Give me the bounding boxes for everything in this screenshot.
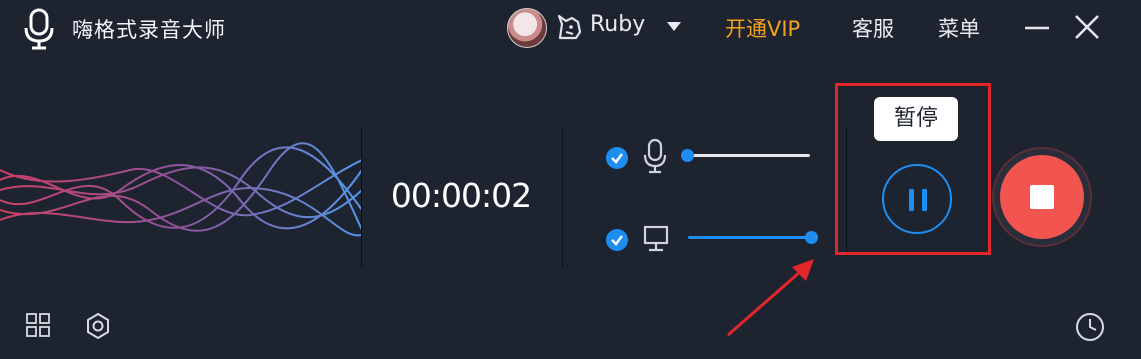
username[interactable]: Ruby xyxy=(590,12,645,37)
pause-icon xyxy=(909,189,914,211)
open-vip-link[interactable]: 开通VIP xyxy=(725,13,800,43)
system-audio-volume-slider[interactable] xyxy=(805,231,818,244)
system-audio-volume-track[interactable] xyxy=(688,236,812,239)
menu-button[interactable]: 菜单 xyxy=(938,13,980,43)
pause-icon xyxy=(922,189,927,211)
chevron-down-icon[interactable] xyxy=(667,22,681,31)
support-link[interactable]: 客服 xyxy=(852,13,894,43)
app-title: 嗨格式录音大师 xyxy=(72,18,226,42)
gear-icon[interactable] xyxy=(84,312,112,340)
pause-button[interactable] xyxy=(882,164,952,234)
microphone-checkbox[interactable] xyxy=(606,147,628,169)
microphone-volume-track[interactable] xyxy=(688,154,810,157)
clock-icon[interactable] xyxy=(1074,311,1106,343)
minimize-icon[interactable] xyxy=(1022,12,1052,42)
system-audio-checkbox[interactable] xyxy=(606,229,628,251)
unicorn-vip-icon xyxy=(557,14,582,40)
stop-button[interactable] xyxy=(1000,155,1084,239)
title-bar: 嗨格式录音大师 Ruby 开通VIP 客服 菜单 xyxy=(0,0,1141,58)
avatar[interactable] xyxy=(507,8,547,48)
grid-icon[interactable] xyxy=(26,313,50,337)
audio-waveform xyxy=(0,142,362,237)
divider xyxy=(361,127,362,267)
microphone-icon xyxy=(643,138,667,174)
stop-icon xyxy=(1030,185,1054,209)
close-icon[interactable] xyxy=(1072,12,1102,42)
microphone-icon xyxy=(24,8,54,50)
microphone-volume-slider[interactable] xyxy=(681,149,694,162)
divider xyxy=(562,127,563,267)
pause-tooltip: 暂停 xyxy=(874,97,958,141)
monitor-icon xyxy=(643,225,669,252)
elapsed-timer: 00:00:02 xyxy=(390,176,532,215)
annotation-arrow xyxy=(727,259,814,337)
